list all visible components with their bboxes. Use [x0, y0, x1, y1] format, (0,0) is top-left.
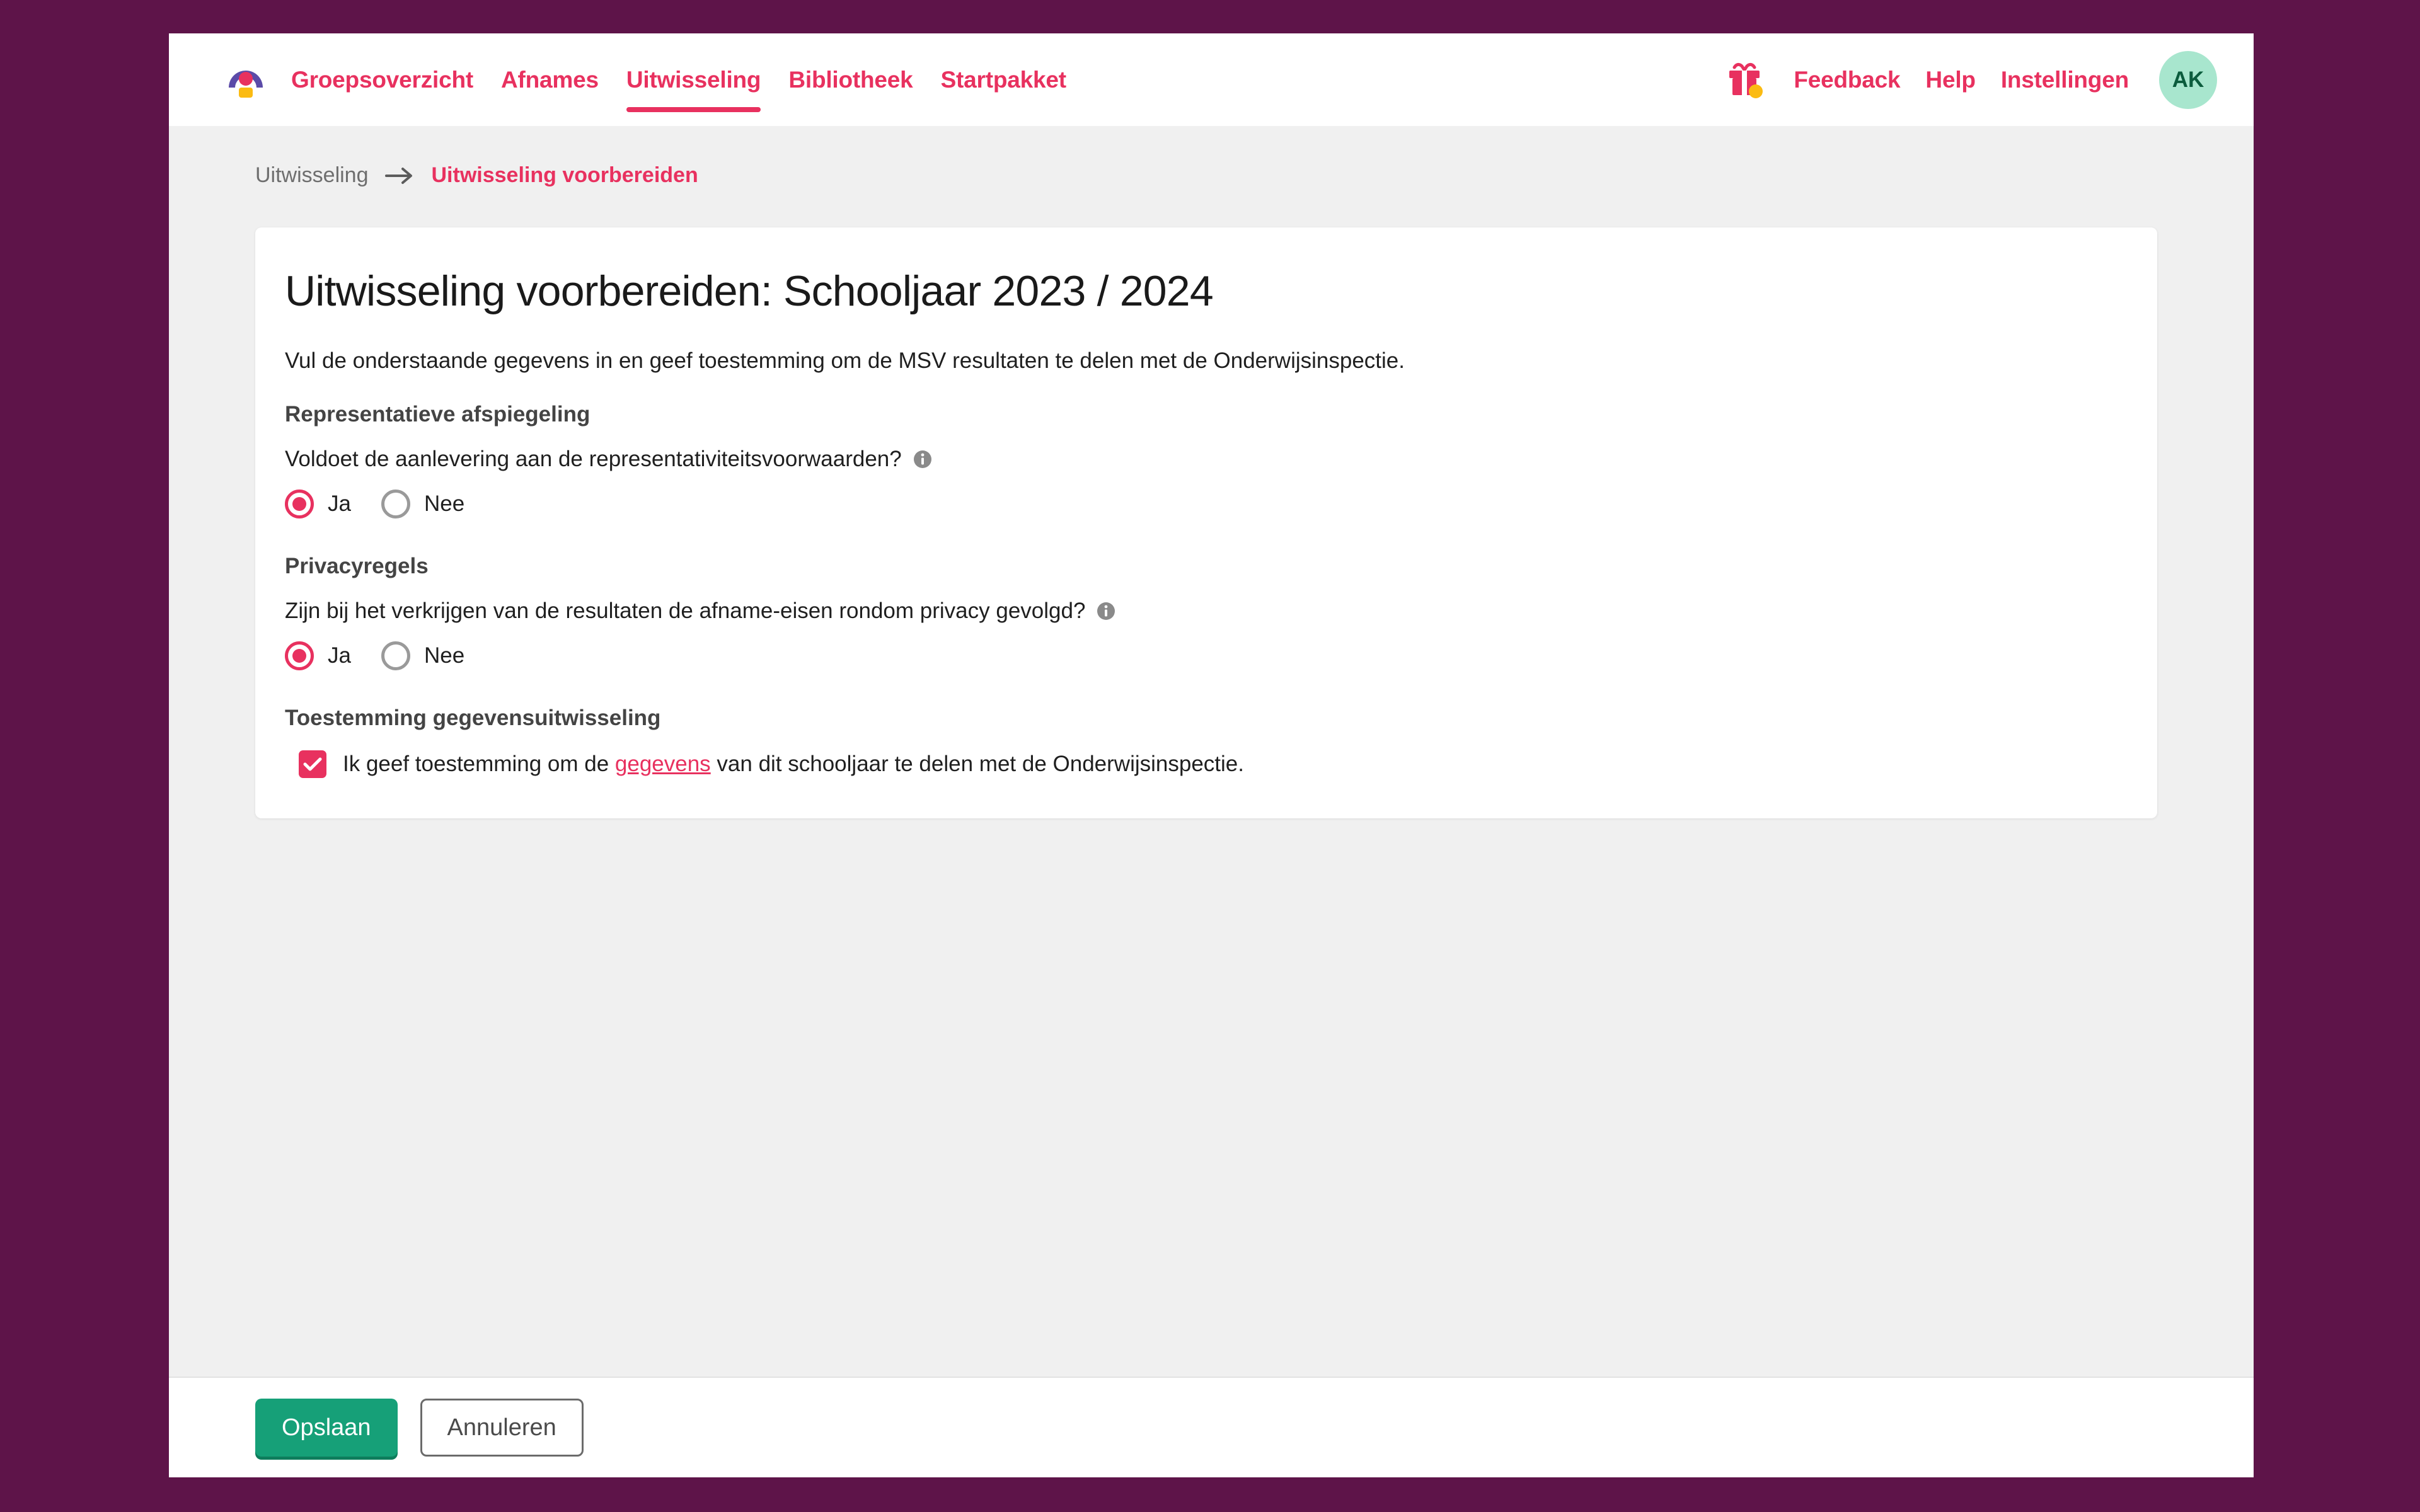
header-link-feedback[interactable]: Feedback: [1781, 67, 1913, 93]
question-representativiteit: Voldoet de aanlevering aan de representa…: [285, 447, 2113, 472]
nav-item-uitwisseling[interactable]: Uitwisseling: [613, 33, 775, 126]
radio-indicator: [381, 641, 410, 670]
page-content: Uitwisseling Uitwisseling voorbereiden U…: [169, 126, 2254, 1377]
save-button[interactable]: Opslaan: [255, 1399, 398, 1457]
radio-label: Ja: [328, 491, 351, 516]
radio-indicator: [381, 490, 410, 518]
breadcrumb-current[interactable]: Uitwisseling voorbereiden: [432, 163, 698, 188]
consent-text: Ik geef toestemming om de gegevens van d…: [343, 752, 1244, 777]
consent-text-after: van dit schooljaar te delen met de Onder…: [710, 752, 1244, 776]
nav-item-groepsoverzicht[interactable]: Groepsoverzicht: [291, 33, 487, 126]
radio-group-privacyregels: Ja Nee: [285, 641, 2113, 670]
consent-checkbox[interactable]: [299, 750, 326, 778]
info-icon[interactable]: [1097, 602, 1115, 621]
nav-item-startpakket[interactable]: Startpakket: [927, 33, 1080, 126]
radio-label: Ja: [328, 643, 351, 668]
cancel-button[interactable]: Annuleren: [420, 1399, 584, 1457]
section-heading-toestemming: Toestemming gegevensuitwisseling: [285, 706, 661, 730]
check-icon: [303, 757, 322, 771]
nav-item-afnames[interactable]: Afnames: [487, 33, 613, 126]
header-left-group: Groepsoverzicht Afnames Uitwisseling Bib…: [223, 33, 1080, 126]
page-title: Uitwisseling voorbereiden: Schooljaar 20…: [285, 267, 1214, 315]
header-link-instellingen[interactable]: Instellingen: [1988, 67, 2141, 93]
question-privacyregels: Zijn bij het verkrijgen van de resultate…: [285, 598, 2113, 624]
info-icon[interactable]: [913, 450, 932, 469]
consent-checkbox-row[interactable]: Ik geef toestemming om de gegevens van d…: [285, 750, 2113, 778]
section-heading-privacyregels: Privacyregels: [285, 554, 429, 578]
page-intro-text: Vul de onderstaande gegevens in en geef …: [285, 348, 1405, 373]
consent-link-gegevens[interactable]: gegevens: [615, 752, 711, 776]
radio-indicator: [285, 641, 314, 670]
radio-label: Nee: [424, 491, 465, 516]
radio-representativiteit-ja[interactable]: Ja: [285, 490, 351, 518]
breadcrumb-parent[interactable]: Uitwisseling: [255, 163, 369, 188]
form-card: Uitwisseling voorbereiden: Schooljaar 20…: [255, 227, 2157, 818]
app-header: Groepsoverzicht Afnames Uitwisseling Bib…: [169, 33, 2254, 126]
radio-label: Nee: [424, 643, 465, 668]
form-footer: Opslaan Annuleren: [169, 1377, 2254, 1477]
app-window: Groepsoverzicht Afnames Uitwisseling Bib…: [169, 33, 2254, 1477]
app-logo[interactable]: [223, 57, 268, 103]
radio-privacyregels-ja[interactable]: Ja: [285, 641, 351, 670]
section-heading-representativiteit: Representatieve afspiegeling: [285, 402, 591, 427]
gift-icon[interactable]: [1726, 61, 1766, 99]
radio-representativiteit-nee[interactable]: Nee: [381, 490, 464, 518]
breadcrumb: Uitwisseling Uitwisseling voorbereiden: [169, 126, 2254, 188]
question-text: Voldoet de aanlevering aan de representa…: [285, 447, 902, 471]
main-navigation: Groepsoverzicht Afnames Uitwisseling Bib…: [291, 33, 1080, 126]
radio-indicator: [285, 490, 314, 518]
consent-text-before: Ik geef toestemming om de: [343, 752, 615, 776]
radio-group-representativiteit: Ja Nee: [285, 490, 2113, 518]
avatar[interactable]: AK: [2159, 50, 2217, 109]
header-right-group: Feedback Help Instellingen AK: [1726, 33, 2217, 126]
radio-privacyregels-nee[interactable]: Nee: [381, 641, 464, 670]
question-text: Zijn bij het verkrijgen van de resultate…: [285, 598, 1086, 623]
header-link-help[interactable]: Help: [1913, 67, 1988, 93]
arrow-right-icon: [384, 166, 415, 186]
nav-item-bibliotheek[interactable]: Bibliotheek: [775, 33, 926, 126]
